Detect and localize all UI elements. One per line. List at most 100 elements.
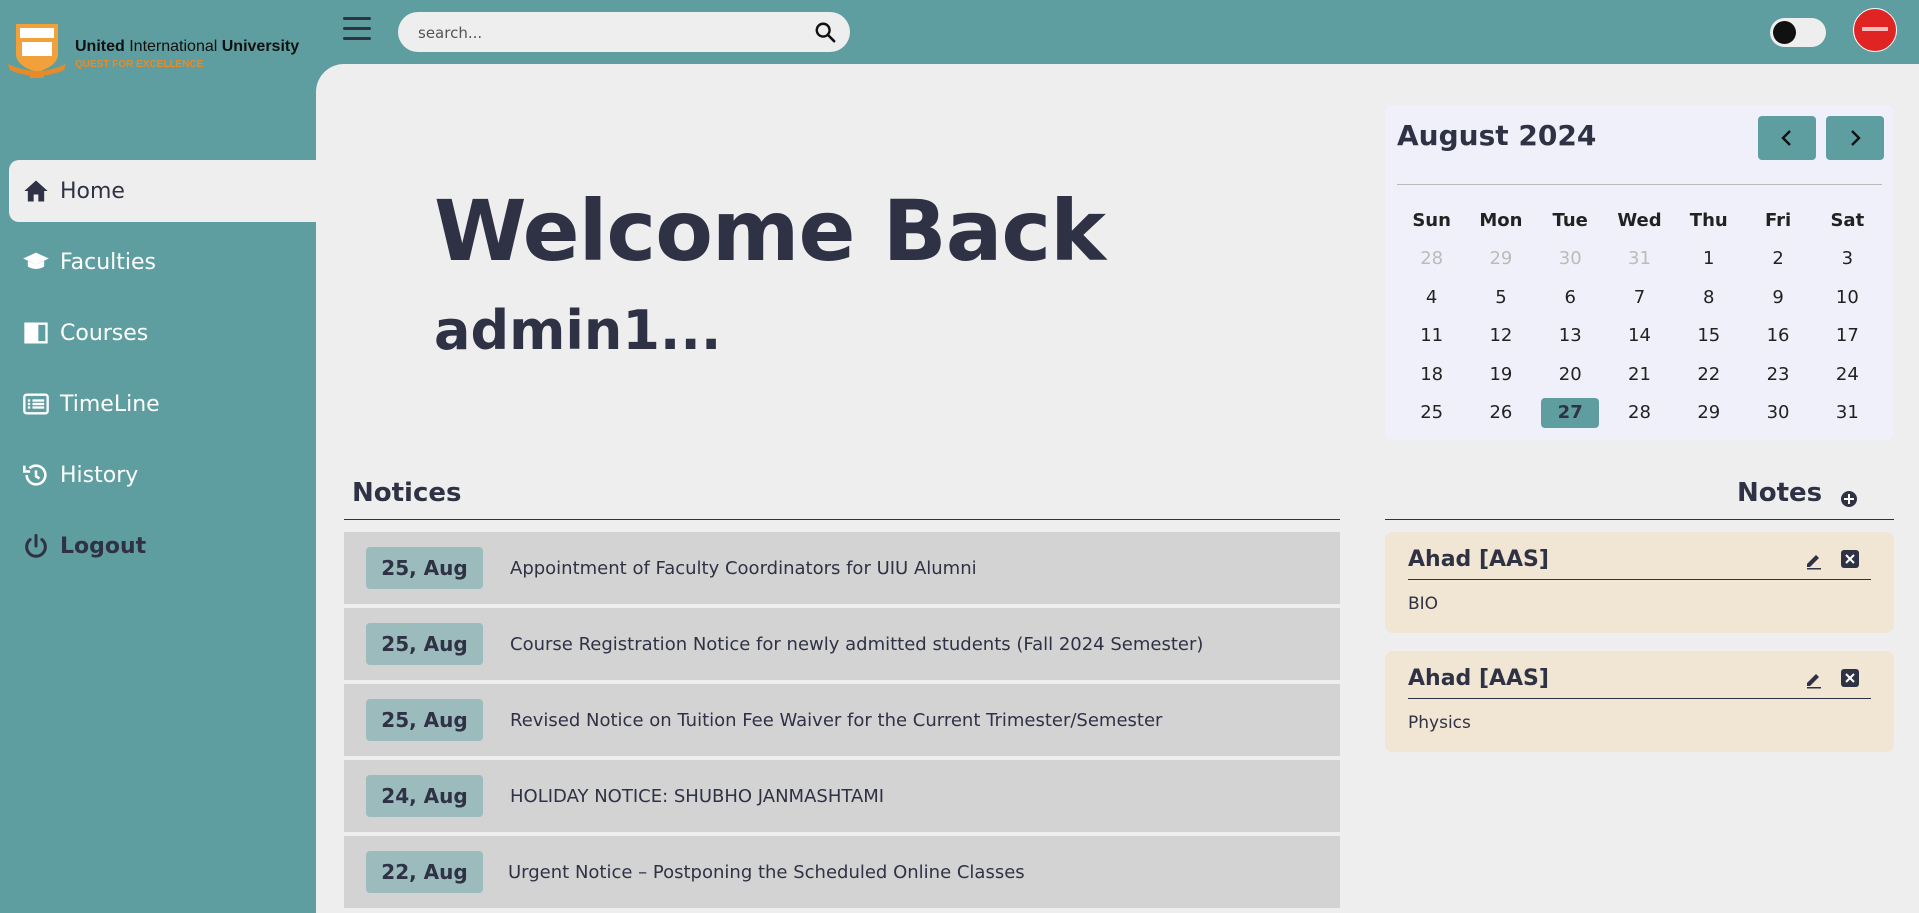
calendar-day[interactable]: 6 — [1536, 287, 1605, 308]
sidebar-item-label: Faculties — [60, 249, 157, 275]
calendar-day[interactable]: 16 — [1743, 325, 1812, 346]
calendar-day[interactable]: 3 — [1813, 248, 1882, 269]
calendar-day[interactable]: 1 — [1674, 248, 1743, 269]
calendar-day[interactable]: 31 — [1813, 402, 1882, 423]
weekday-label: Thu — [1689, 209, 1728, 231]
calendar-day[interactable]: 31 — [1605, 248, 1674, 269]
calendar-day[interactable]: 10 — [1813, 287, 1882, 308]
notices-divider — [344, 519, 1340, 520]
sidebar-item-label: Courses — [60, 320, 149, 346]
university-crest-icon — [8, 24, 66, 78]
edit-icon[interactable] — [1804, 669, 1824, 689]
note-card: Ahad [AAS] BIO — [1385, 532, 1894, 633]
university-name: United International University — [75, 38, 300, 55]
calendar-day[interactable]: 30 — [1536, 248, 1605, 269]
welcome-heading: Welcome Back — [434, 182, 1106, 280]
weekday-label: Sun — [1412, 209, 1451, 231]
sidebar-item-label: Logout — [60, 533, 147, 559]
calendar-day[interactable]: 23 — [1743, 364, 1812, 385]
notice-item[interactable]: 22, Aug Urgent Notice – Postponing the S… — [344, 836, 1340, 908]
calendar-day[interactable]: 4 — [1397, 287, 1466, 308]
calendar-day[interactable]: 21 — [1605, 364, 1674, 385]
hamburger-line — [343, 27, 371, 30]
notice-title: Appointment of Faculty Coordinators for … — [510, 557, 977, 579]
notice-date-badge: 22, Aug — [366, 851, 483, 893]
sidebar-item-logout[interactable]: Logout — [0, 515, 316, 577]
calendar-day-today[interactable]: 27 — [1536, 397, 1605, 428]
menu-toggle-button[interactable] — [343, 17, 371, 45]
sidebar-item-label: History — [60, 462, 139, 488]
sidebar-item-faculties[interactable]: Faculties — [0, 231, 316, 293]
calendar-day[interactable]: 8 — [1674, 287, 1743, 308]
calendar-day[interactable]: 13 — [1536, 325, 1605, 346]
calendar-month-label: August 2024 — [1397, 119, 1597, 152]
calendar-day[interactable]: 25 — [1397, 402, 1466, 423]
calendar-grid: Sun Mon Tue Wed Thu Fri Sat 28 29 30 31 … — [1397, 201, 1882, 432]
calendar-day[interactable]: 30 — [1743, 402, 1812, 423]
weekday-label: Mon — [1479, 209, 1523, 231]
notice-item[interactable]: 25, Aug Course Registration Notice for n… — [344, 608, 1340, 680]
chevron-right-icon — [1851, 130, 1861, 146]
delete-note-button[interactable] — [1841, 669, 1859, 687]
home-icon — [24, 180, 48, 202]
toggle-knob — [1773, 21, 1796, 44]
sidebar-item-courses[interactable]: Courses — [0, 302, 316, 364]
note-card: Ahad [AAS] Physics — [1385, 651, 1894, 752]
notice-item[interactable]: 25, Aug Appointment of Faculty Coordinat… — [344, 532, 1340, 604]
notice-date-badge: 25, Aug — [366, 623, 483, 665]
hamburger-line — [343, 17, 371, 20]
note-body: BIO — [1408, 594, 1439, 614]
notice-date-badge: 25, Aug — [366, 547, 483, 589]
calendar-day[interactable]: 26 — [1466, 402, 1535, 423]
calendar-day[interactable]: 28 — [1605, 402, 1674, 423]
sidebar-item-timeline[interactable]: TimeLine — [0, 373, 316, 435]
calendar-day[interactable]: 22 — [1674, 364, 1743, 385]
calendar-day[interactable]: 15 — [1674, 325, 1743, 346]
calendar-day[interactable]: 24 — [1813, 364, 1882, 385]
chevron-left-icon — [1781, 130, 1791, 146]
calendar-day[interactable]: 29 — [1466, 248, 1535, 269]
sidebar-item-history[interactable]: History — [0, 444, 316, 506]
calendar-week-row: 18 19 20 21 22 23 24 — [1397, 355, 1882, 394]
delete-note-button[interactable] — [1841, 550, 1859, 568]
calendar-prev-button[interactable] — [1758, 116, 1816, 160]
graduation-cap-icon — [23, 252, 49, 269]
calendar-day[interactable]: 7 — [1605, 287, 1674, 308]
edit-icon[interactable] — [1804, 550, 1824, 570]
calendar-day[interactable]: 17 — [1813, 325, 1882, 346]
list-icon — [23, 393, 49, 415]
add-note-icon[interactable] — [1841, 491, 1857, 507]
calendar-day[interactable]: 18 — [1397, 364, 1466, 385]
notice-item[interactable]: 25, Aug Revised Notice on Tuition Fee Wa… — [344, 684, 1340, 756]
calendar-day[interactable]: 2 — [1743, 248, 1812, 269]
calendar-divider — [1397, 184, 1882, 185]
user-avatar[interactable] — [1853, 8, 1897, 52]
calendar-day[interactable]: 12 — [1466, 325, 1535, 346]
calendar-day[interactable]: 20 — [1536, 364, 1605, 385]
hamburger-line — [343, 37, 371, 40]
sidebar-item-home[interactable]: Home — [9, 160, 316, 222]
calendar-day[interactable]: 11 — [1397, 325, 1466, 346]
sidebar-item-label: Home — [60, 178, 125, 204]
calendar-day[interactable]: 14 — [1605, 325, 1674, 346]
calendar-next-button[interactable] — [1826, 116, 1884, 160]
theme-toggle[interactable] — [1770, 18, 1826, 47]
username-label: admin1... — [434, 299, 722, 362]
search-bar — [398, 12, 850, 54]
search-input[interactable] — [416, 12, 800, 54]
university-logo[interactable]: United International University QUEST FO… — [6, 18, 306, 88]
search-icon[interactable] — [814, 21, 836, 43]
calendar-day[interactable]: 5 — [1466, 287, 1535, 308]
notice-item[interactable]: 24, Aug HOLIDAY NOTICE: SHUBHO JANMASHTA… — [344, 760, 1340, 832]
calendar-day[interactable]: 28 — [1397, 248, 1466, 269]
calendar-day[interactable]: 19 — [1466, 364, 1535, 385]
notice-date-badge: 24, Aug — [366, 775, 483, 817]
notice-title: Course Registration Notice for newly adm… — [510, 633, 1204, 655]
close-icon — [1845, 673, 1855, 683]
calendar-day[interactable]: 29 — [1674, 402, 1743, 423]
notes-divider — [1385, 519, 1894, 520]
calendar-week-row: 28 29 30 31 1 2 3 — [1397, 240, 1882, 279]
calendar-day[interactable]: 9 — [1743, 287, 1812, 308]
weekday-label: Wed — [1617, 209, 1662, 231]
note-divider — [1408, 579, 1871, 580]
